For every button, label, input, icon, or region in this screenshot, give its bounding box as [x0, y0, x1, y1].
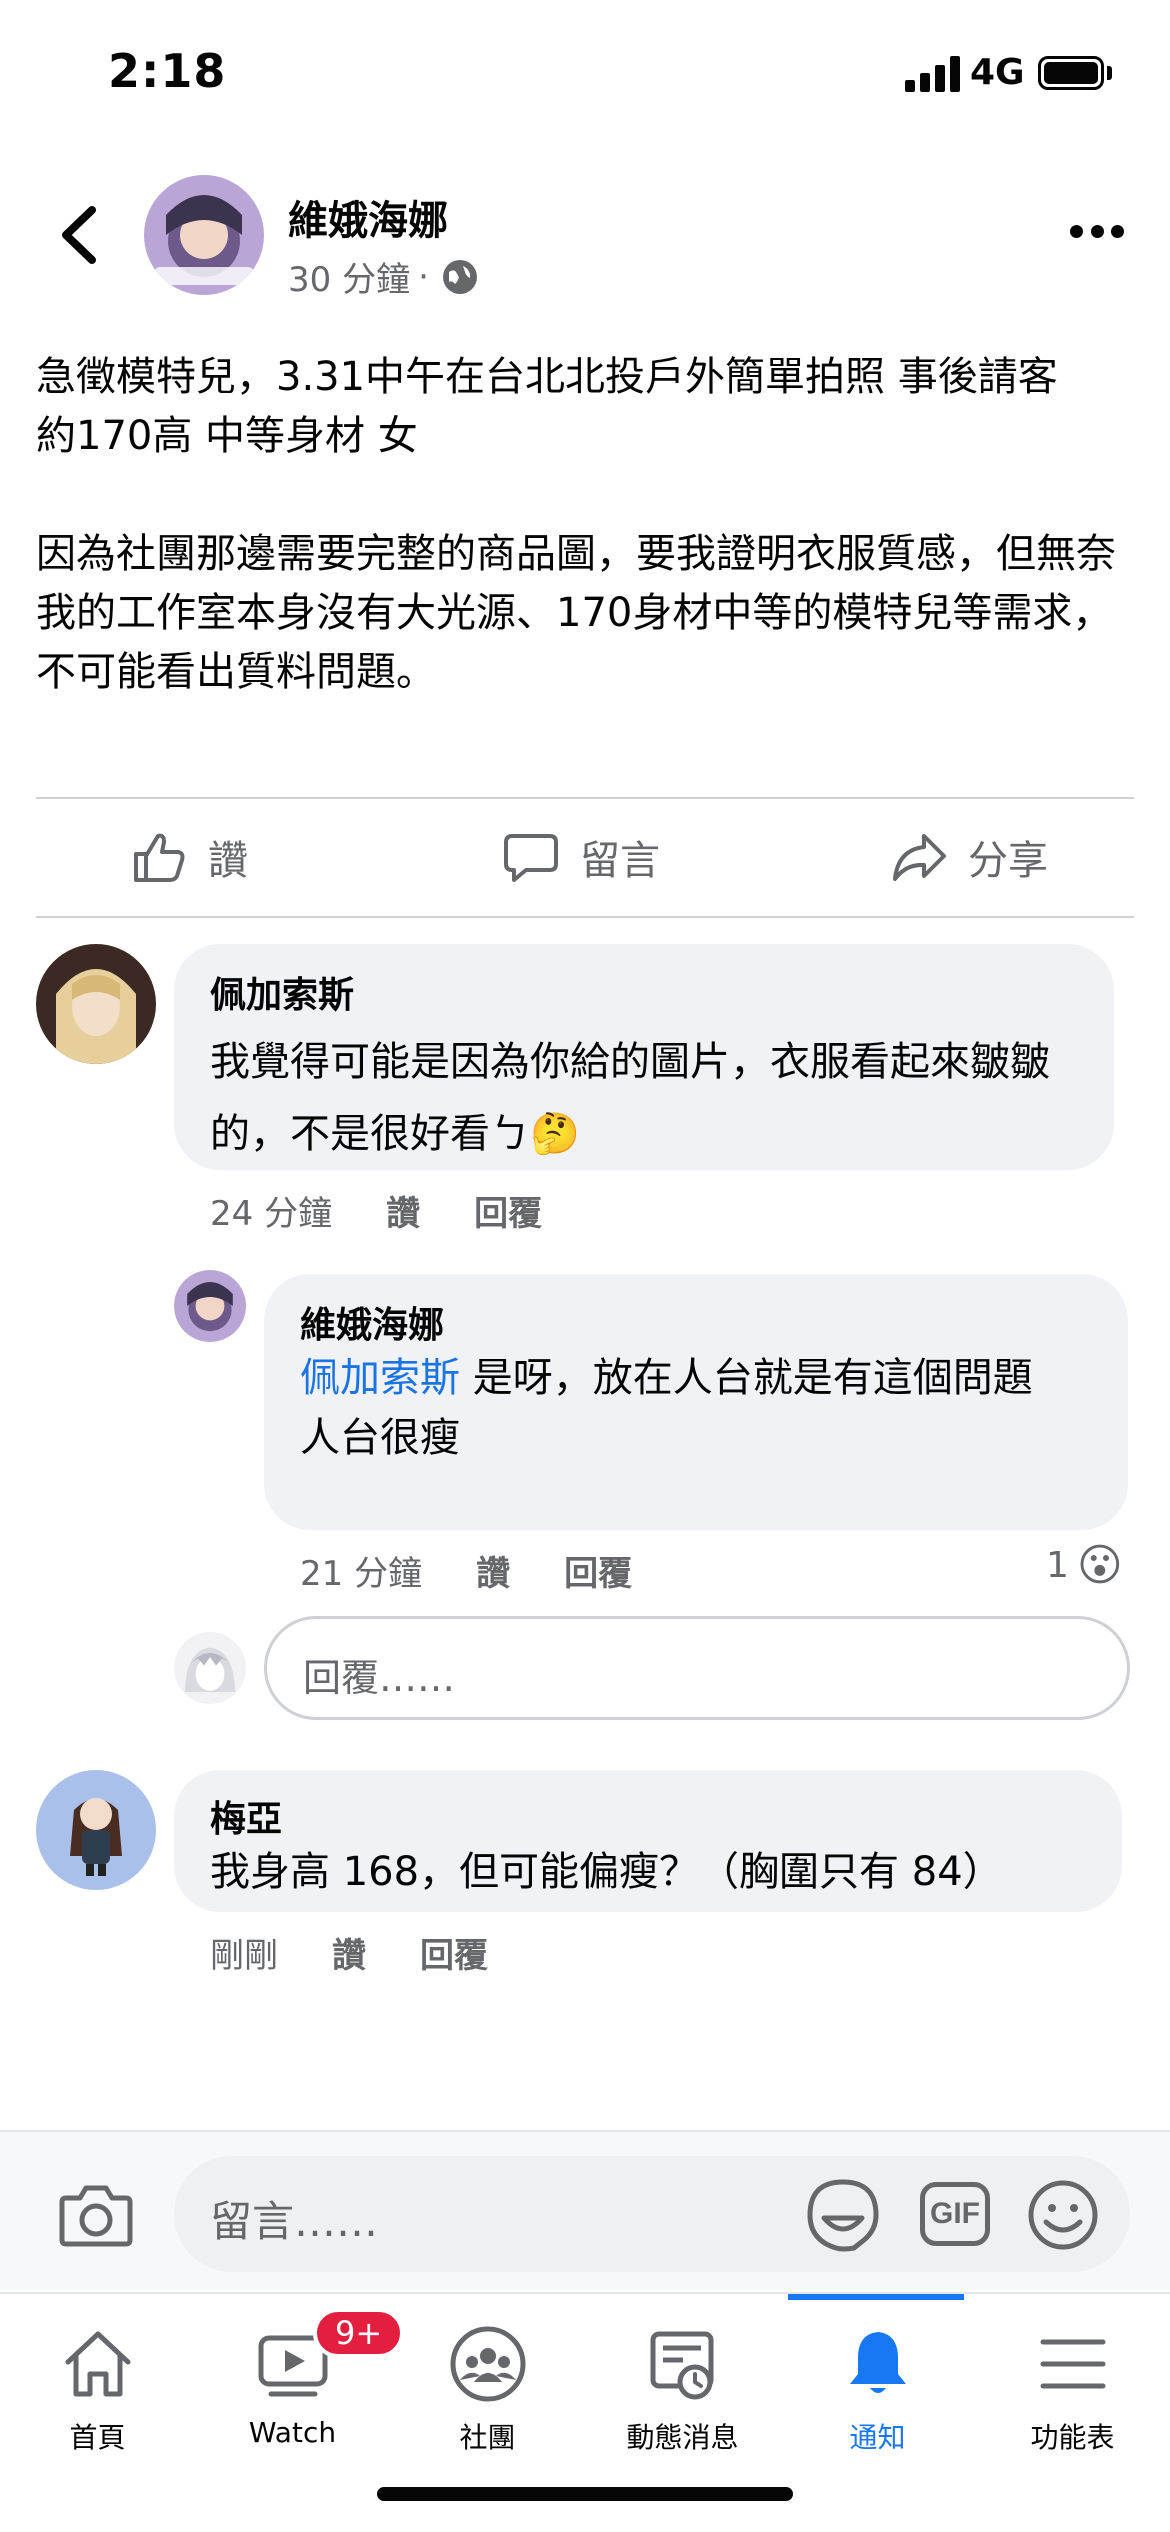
status-bar: 2:18 4G	[0, 0, 1170, 150]
tab-notifications[interactable]: 通知	[780, 2294, 975, 2474]
tab-home[interactable]: 首頁	[0, 2294, 195, 2474]
comment-bubble-icon	[504, 834, 558, 882]
tab-feed-label: 動態消息	[626, 2421, 739, 2454]
reaction-summary[interactable]: 1 😮	[1046, 1540, 1123, 1591]
tab-menu[interactable]: 功能表	[975, 2294, 1170, 2474]
emoji-icon[interactable]	[1026, 2178, 1100, 2252]
reply-input[interactable]: 回覆……	[264, 1616, 1130, 1720]
reply-text: 佩加索斯 是呀，放在人台就是有這個問題 人台很瘦	[300, 1348, 1092, 1468]
back-arrow-icon[interactable]	[48, 200, 108, 270]
post-header: 維娥海娜 30 分鐘 ·	[0, 170, 1170, 300]
battery-icon	[1038, 56, 1104, 90]
share-button[interactable]: 分享	[890, 828, 1048, 886]
author-avatar[interactable]	[144, 175, 264, 295]
reaction-count: 1	[1046, 1545, 1069, 1586]
current-user-avatar	[174, 1632, 246, 1704]
bottom-tab-bar: 首頁 9+ Watch 社團 動態消息 通知 功能表	[0, 2292, 1170, 2532]
network-type: 4G	[970, 52, 1025, 93]
meta-separator: ·	[418, 256, 429, 297]
share-arrow-icon	[893, 834, 946, 881]
reply-like-button[interactable]: 讚	[476, 1546, 510, 1595]
comment-button[interactable]: 留言	[502, 828, 660, 886]
tab-feed[interactable]: 動態消息	[585, 2294, 780, 2474]
comment-time: 24 分鐘	[210, 1194, 333, 1234]
mention-link[interactable]: 佩加索斯	[300, 1355, 460, 1401]
signal-icon	[905, 56, 961, 92]
compose-bar: 留言…… GIF	[0, 2130, 1170, 2290]
author-name[interactable]: 維娥海娜	[288, 188, 448, 246]
divider-top	[36, 797, 1134, 799]
divider-bottom	[36, 916, 1134, 918]
post-body: 急徵模特兒，3.31中午在台北北投戶外簡單拍照 事後請客 約170高 中等身材 …	[36, 354, 1116, 695]
tab-groups[interactable]: 社團	[390, 2294, 585, 2474]
share-label: 分享	[968, 838, 1048, 884]
home-indicator[interactable]	[377, 2487, 793, 2501]
feed-icon	[650, 2331, 713, 2400]
gif-button[interactable]: GIF	[920, 2182, 990, 2246]
more-options-icon[interactable]	[1070, 225, 1124, 245]
tab-watch-label: Watch	[248, 2416, 337, 2449]
reply-time: 21 分鐘	[300, 1554, 423, 1594]
commenter-avatar-2[interactable]	[36, 1770, 156, 1890]
comment-label: 留言	[580, 838, 660, 884]
comment-time-2: 剛剛	[210, 1936, 278, 1976]
comment-compose-input[interactable]: 留言…… GIF	[174, 2156, 1130, 2272]
tab-groups-label: 社團	[459, 2421, 516, 2454]
globe-icon	[442, 259, 477, 294]
groups-icon	[450, 2326, 525, 2402]
sticker-icon[interactable]	[806, 2178, 880, 2252]
reply-reply-button[interactable]: 回覆	[564, 1546, 632, 1595]
tab-watch[interactable]: 9+ Watch	[195, 2294, 405, 2474]
reply-author[interactable]: 維娥海娜	[300, 1296, 1092, 1348]
reply-bubble: 維娥海娜 佩加索斯 是呀，放在人台就是有這個問題 人台很瘦	[264, 1274, 1128, 1530]
battery-tip	[1107, 66, 1112, 80]
comment-like-button-2[interactable]: 讚	[332, 1928, 366, 1977]
bell-icon	[849, 2332, 906, 2393]
camera-icon[interactable]	[58, 2182, 134, 2248]
comment-reply-button-2[interactable]: 回覆	[420, 1928, 488, 1977]
reply-meta: 21 分鐘 讚 回覆	[300, 1546, 632, 1595]
menu-icon	[1040, 2339, 1105, 2389]
home-icon	[65, 2331, 130, 2397]
like-button[interactable]: 讚	[130, 828, 248, 886]
comment-meta-2: 剛剛 讚 回覆	[210, 1928, 488, 1977]
thumbs-up-icon	[134, 833, 185, 882]
comment-like-button[interactable]: 讚	[386, 1186, 420, 1235]
tab-home-label: 首頁	[69, 2421, 126, 2454]
comment-text: 我覺得可能是因為你給的圖片，衣服看起來皺皺的，不是很好看ㄅ🤔	[210, 1039, 1050, 1157]
status-time: 2:18	[108, 44, 227, 98]
post-time[interactable]: 30 分鐘	[288, 252, 410, 301]
comment-bubble: 佩加索斯 我覺得可能是因為你給的圖片，衣服看起來皺皺的，不是很好看ㄅ🤔	[174, 944, 1114, 1170]
comment-text-2: 我身高 168，但可能偏瘦？（胸圍只有 84）	[210, 1849, 1003, 1895]
post-actions: 讚 留言 分享	[0, 806, 1170, 916]
reply-author-avatar[interactable]	[174, 1270, 246, 1342]
tab-menu-label: 功能表	[1030, 2421, 1115, 2454]
post-meta: 30 分鐘 ·	[288, 252, 477, 301]
commenter-avatar[interactable]	[36, 944, 156, 1064]
comment-author-2[interactable]: 梅亞	[210, 1790, 1086, 1842]
wow-reaction-icon: 😮	[1076, 1540, 1123, 1591]
comment-author[interactable]: 佩加索斯	[210, 966, 1078, 1018]
tab-notifications-label: 通知	[849, 2421, 906, 2454]
like-label: 讚	[208, 838, 248, 884]
comment-meta: 24 分鐘 讚 回覆	[210, 1186, 542, 1235]
compose-placeholder: 留言……	[210, 2197, 379, 2246]
comment-bubble-2: 梅亞 我身高 168，但可能偏瘦？（胸圍只有 84）	[174, 1770, 1122, 1912]
comment-reply-button[interactable]: 回覆	[474, 1186, 542, 1235]
